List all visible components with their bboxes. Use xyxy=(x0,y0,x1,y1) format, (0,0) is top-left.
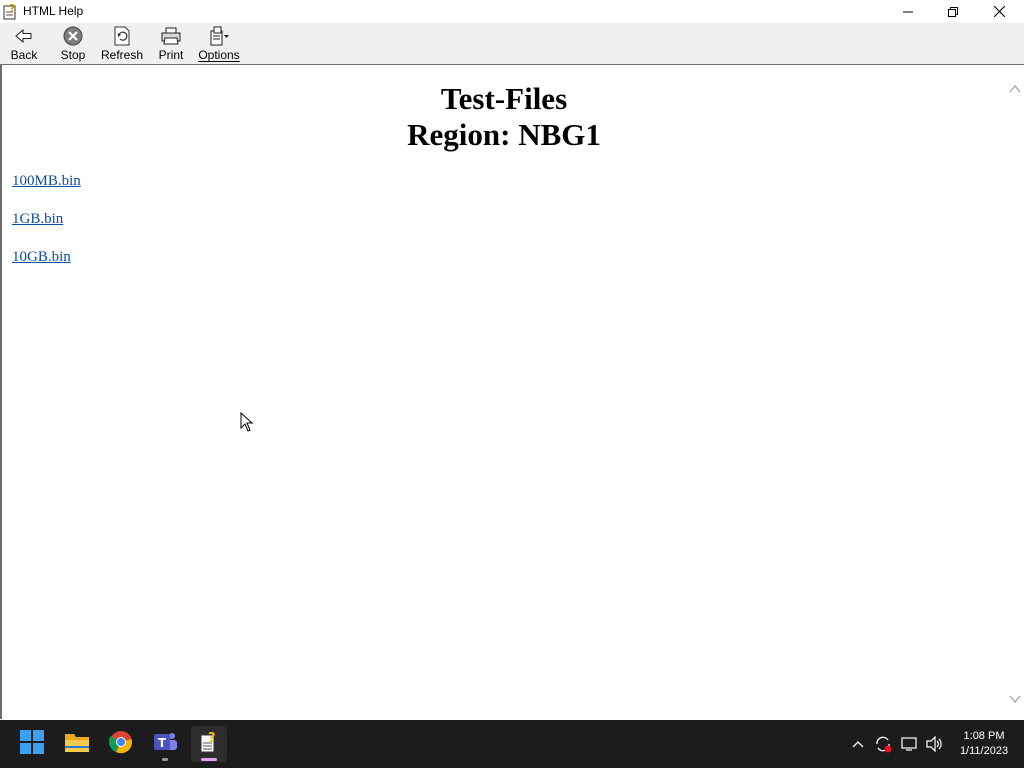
active-app-indicator xyxy=(201,758,217,761)
restore-button[interactable] xyxy=(930,0,976,23)
file-link-10gb[interactable]: 10GB.bin xyxy=(12,248,71,266)
volume-icon[interactable] xyxy=(925,734,945,754)
teams-running-indicator xyxy=(162,758,168,761)
scroll-up-icon[interactable] xyxy=(1009,81,1021,93)
svg-text:T: T xyxy=(158,736,167,750)
back-button[interactable]: Back xyxy=(9,25,39,63)
back-label: Back xyxy=(10,48,38,62)
start-icon xyxy=(20,729,44,759)
refresh-label: Refresh xyxy=(100,48,144,62)
mouse-cursor-icon xyxy=(240,411,254,437)
file-link-100mb[interactable]: 100MB.bin xyxy=(12,172,81,190)
taskbar-html-help[interactable]: ? xyxy=(191,726,227,762)
file-explorer-icon xyxy=(64,731,90,758)
taskbar-chrome[interactable] xyxy=(103,726,139,762)
taskbar: T ? 1:08 PM 1/11/2023 xyxy=(0,720,1024,768)
options-label: Options xyxy=(198,48,240,62)
svg-text:?: ? xyxy=(9,2,15,15)
clock-time: 1:08 PM xyxy=(963,730,1005,742)
help-book-icon: ? xyxy=(1,2,19,20)
html-help-icon: ? xyxy=(198,730,220,759)
options-icon xyxy=(208,25,230,47)
svg-text:?: ? xyxy=(208,731,216,746)
start-button[interactable] xyxy=(14,726,50,762)
toolbar: Back Stop Refresh Print Options xyxy=(0,23,1024,64)
file-link-1gb[interactable]: 1GB.bin xyxy=(12,210,63,228)
content-pane xyxy=(0,64,1024,719)
stop-icon xyxy=(62,25,84,47)
page-subtitle: Region: NBG1 xyxy=(407,117,601,152)
vertical-scrollbar[interactable] xyxy=(1006,65,1024,719)
print-button[interactable]: Print xyxy=(158,25,184,63)
close-button[interactable] xyxy=(976,0,1022,23)
taskbar-file-explorer[interactable] xyxy=(59,726,95,762)
chevron-up-icon[interactable] xyxy=(848,734,868,754)
minimize-button[interactable] xyxy=(885,0,931,23)
refresh-button[interactable]: Refresh xyxy=(100,25,144,63)
frame-border xyxy=(0,64,2,719)
teams-icon: T xyxy=(152,730,178,759)
title-bar: ? HTML Help xyxy=(0,0,1024,23)
page-title: Test-Files xyxy=(440,81,568,116)
display-icon[interactable] xyxy=(900,734,920,754)
clock-date: 1/11/2023 xyxy=(959,745,1009,757)
sync-alert-icon[interactable] xyxy=(873,734,893,754)
stop-button[interactable]: Stop xyxy=(58,25,88,63)
printer-icon xyxy=(160,25,182,47)
chrome-icon xyxy=(108,730,133,759)
system-clock[interactable]: 1:08 PM 1/11/2023 xyxy=(954,729,1014,759)
options-button[interactable]: Options xyxy=(198,25,240,63)
back-arrow-icon xyxy=(13,25,35,47)
taskbar-teams[interactable]: T xyxy=(147,726,183,762)
stop-label: Stop xyxy=(60,48,86,62)
scroll-down-icon[interactable] xyxy=(1009,691,1021,704)
print-label: Print xyxy=(158,48,184,62)
window-title: HTML Help xyxy=(23,4,84,18)
refresh-icon xyxy=(111,25,133,47)
